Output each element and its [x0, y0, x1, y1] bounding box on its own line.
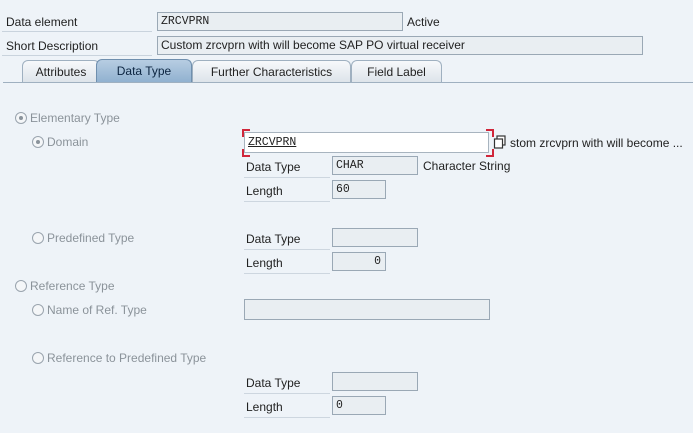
domain-data-type-field: CHAR	[332, 156, 418, 175]
domain-data-type-label: Data Type	[244, 156, 330, 178]
ref-data-type-field[interactable]	[332, 372, 418, 391]
domain-label: Domain	[47, 135, 89, 149]
required-marker	[242, 129, 250, 137]
name-of-ref-type-radio[interactable]	[32, 304, 44, 316]
data-element-field[interactable]: ZRCVPRN	[157, 12, 403, 31]
predefined-type-radio[interactable]	[32, 232, 44, 244]
domain-data-type-desc: Character String	[423, 159, 511, 173]
ref-length-label: Length	[244, 396, 330, 418]
ref-length-field[interactable]: 0	[332, 396, 386, 415]
ref-predefined-type-radio[interactable]	[32, 352, 44, 364]
short-description-label: Short Description	[2, 36, 152, 56]
reference-type-radio[interactable]	[15, 280, 27, 292]
domain-length-label: Length	[244, 180, 330, 202]
data-element-label: Data element	[2, 12, 152, 32]
predefined-length-field[interactable]: 0	[332, 252, 386, 271]
predefined-data-type-field[interactable]	[332, 228, 418, 247]
ref-predefined-type-label: Reference to Predefined Type	[47, 351, 207, 365]
predefined-length-label: Length	[244, 252, 330, 274]
ref-type-name-field[interactable]	[244, 299, 490, 320]
ref-data-type-label: Data Type	[244, 372, 330, 394]
short-description-field[interactable]: Custom zrcvprn with will become SAP PO v…	[157, 36, 643, 55]
elementary-type-radio[interactable]	[15, 112, 27, 124]
domain-radio[interactable]	[32, 136, 44, 148]
tab-data-type[interactable]: Data Type	[96, 59, 192, 83]
domain-input[interactable]: ZRCVPRN	[244, 132, 489, 153]
domain-description: stom zrcvprn with will become ...	[510, 136, 683, 150]
tab-further-characteristics[interactable]: Further Characteristics	[192, 60, 351, 82]
domain-length-field: 60	[332, 180, 386, 199]
name-of-ref-type-label: Name of Ref. Type	[47, 303, 147, 317]
reference-type-label: Reference Type	[30, 279, 115, 293]
tab-attributes[interactable]: Attributes	[22, 60, 100, 82]
required-marker	[486, 149, 494, 157]
predefined-data-type-label: Data Type	[244, 228, 330, 250]
copy-icon[interactable]	[493, 135, 507, 149]
predefined-type-label: Predefined Type	[47, 231, 135, 245]
tab-field-label[interactable]: Field Label	[351, 60, 442, 82]
status-text: Active	[407, 15, 440, 29]
elementary-type-label: Elementary Type	[30, 111, 120, 125]
